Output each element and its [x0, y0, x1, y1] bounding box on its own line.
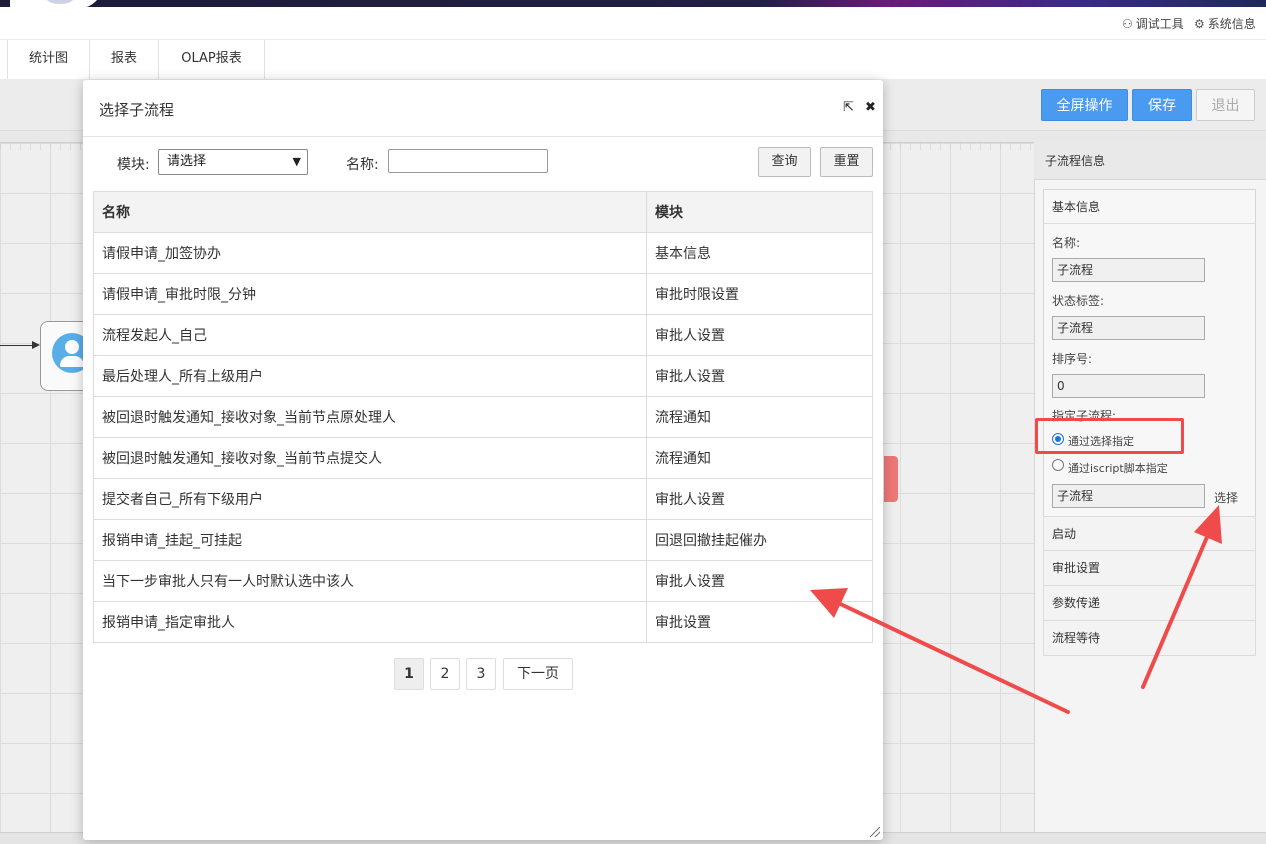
- cell-name: 提交者自己_所有下级用户: [93, 478, 647, 520]
- name-field[interactable]: 子流程: [1052, 258, 1205, 282]
- cell-module: 流程通知: [646, 437, 873, 479]
- debug-tool-link[interactable]: ⚇ 调试工具: [1122, 15, 1184, 32]
- page-2-button[interactable]: 2: [430, 658, 460, 690]
- subflow-field[interactable]: 子流程: [1052, 484, 1205, 508]
- table-row[interactable]: 被回退时触发通知_接收对象_当前节点提交人 流程通知: [93, 437, 873, 479]
- module-label: 模块:: [117, 157, 150, 173]
- radio-script-assign[interactable]: [1052, 459, 1064, 471]
- cell-name: 请假申请_审批时限_分钟: [93, 273, 647, 315]
- tab-label: OLAP报表: [181, 51, 242, 66]
- subflow-table: 名称 模块 请假申请_加签协办 基本信息 请假申请_审批时限_分钟 审批时限设置 流…: [93, 191, 873, 643]
- top-banner: [0, 0, 1266, 7]
- page-1-button[interactable]: 1: [394, 658, 424, 690]
- order-field[interactable]: 0: [1052, 374, 1205, 398]
- table-row[interactable]: 报销申请_指定审批人 审批设置: [93, 601, 873, 643]
- table-row[interactable]: 请假申请_审批时限_分钟 审批时限设置: [93, 273, 873, 315]
- dialog-title: 选择子流程: [99, 101, 175, 119]
- radio-script-label: 通过iscript脚本指定: [1068, 462, 1168, 475]
- section-params[interactable]: 参数传递: [1043, 586, 1256, 621]
- cell-name: 请假申请_加签协办: [93, 232, 647, 274]
- resize-handle[interactable]: [870, 827, 880, 837]
- cell-name: 最后处理人_所有上级用户: [93, 355, 647, 397]
- search-button[interactable]: 查询: [758, 147, 811, 177]
- cell-module: 审批人设置: [646, 355, 873, 397]
- gear-icon: ⚙: [1194, 17, 1205, 31]
- exit-button[interactable]: 退出: [1196, 89, 1255, 121]
- section-wait[interactable]: 流程等待: [1043, 621, 1256, 656]
- system-info-link[interactable]: ⚙ 系统信息: [1194, 15, 1256, 32]
- cell-module: 回退回撤挂起催办: [646, 519, 873, 561]
- table-row[interactable]: 当下一步审批人只有一人时默认选中该人 审批人设置: [93, 560, 873, 602]
- tab-olap-report[interactable]: OLAP报表: [158, 40, 265, 80]
- table-header-row: 名称 模块: [93, 191, 873, 233]
- next-page-button[interactable]: 下一页: [503, 658, 573, 690]
- cell-module: 流程通知: [646, 396, 873, 438]
- reset-button[interactable]: 重置: [820, 147, 873, 177]
- column-header-name: 名称: [93, 191, 647, 233]
- panel-title: 子流程信息: [1034, 142, 1266, 180]
- top-bar: ⚇ 调试工具 ⚙ 系统信息: [0, 7, 1266, 39]
- fullscreen-button[interactable]: 全屏操作: [1041, 89, 1128, 121]
- section-approval[interactable]: 审批设置: [1043, 551, 1256, 586]
- arrowhead-icon: [32, 341, 40, 349]
- tab-bar: 统计图 报表 OLAP报表: [0, 39, 1266, 80]
- status-label: 状态标签:: [1052, 294, 1105, 308]
- module-select[interactable]: 请选择 ▼: [158, 149, 308, 175]
- choose-button[interactable]: 选择: [1214, 489, 1238, 506]
- cell-module: 基本信息: [646, 232, 873, 274]
- table-row[interactable]: 提交者自己_所有下级用户 审批人设置: [93, 478, 873, 520]
- system-info-label: 系统信息: [1207, 17, 1256, 31]
- basic-info-header[interactable]: 基本信息: [1044, 190, 1255, 224]
- table-row[interactable]: 流程发起人_自己 审批人设置: [93, 314, 873, 356]
- cell-name: 流程发起人_自己: [93, 314, 647, 356]
- name-query-label: 名称:: [346, 157, 379, 173]
- column-header-module: 模块: [646, 191, 873, 233]
- highlight-box: [1035, 418, 1184, 454]
- debug-tool-label: 调试工具: [1135, 17, 1184, 31]
- tab-label: 报表: [110, 51, 137, 66]
- tab-report[interactable]: 报表: [89, 40, 159, 80]
- chevron-down-icon: ▼: [292, 155, 301, 168]
- side-tab[interactable]: [884, 456, 898, 502]
- name-query-input[interactable]: [388, 149, 548, 173]
- cell-name: 被回退时触发通知_接收对象_当前节点原处理人: [93, 396, 647, 438]
- cell-name: 当下一步审批人只有一人时默认选中该人: [93, 560, 647, 602]
- table-row[interactable]: 最后处理人_所有上级用户 审批人设置: [93, 355, 873, 397]
- table-row[interactable]: 请假申请_加签协办 基本信息: [93, 232, 873, 274]
- name-label: 名称:: [1052, 236, 1081, 250]
- page-3-button[interactable]: 3: [466, 658, 496, 690]
- status-field[interactable]: 子流程: [1052, 316, 1205, 340]
- select-subflow-dialog: 选择子流程 ⇱ ✖ 模块: 请选择 ▼ 名称: 查询 重置 名称 模块 请假申请…: [83, 80, 883, 840]
- cell-module: 审批设置: [646, 601, 873, 643]
- cell-name: 报销申请_指定审批人: [93, 601, 647, 643]
- save-button[interactable]: 保存: [1132, 89, 1192, 121]
- popout-icon[interactable]: ⇱: [843, 100, 854, 115]
- section-start[interactable]: 启动: [1043, 516, 1256, 551]
- cell-module: 审批人设置: [646, 560, 873, 602]
- close-icon[interactable]: ✖: [865, 100, 876, 115]
- cell-module: 审批人设置: [646, 478, 873, 520]
- tab-label: 统计图: [28, 51, 68, 66]
- cell-module: 审批时限设置: [646, 273, 873, 315]
- dialog-divider: [83, 136, 883, 137]
- debug-icon: ⚇: [1122, 17, 1133, 31]
- order-label: 排序号:: [1052, 352, 1093, 366]
- module-selected: 请选择: [167, 154, 207, 169]
- cell-name: 报销申请_挂起_可挂起: [93, 519, 647, 561]
- table-row[interactable]: 报销申请_挂起_可挂起 回退回撤挂起催办: [93, 519, 873, 561]
- tab-chart[interactable]: 统计图: [7, 40, 90, 80]
- table-row[interactable]: 被回退时触发通知_接收对象_当前节点原处理人 流程通知: [93, 396, 873, 438]
- cell-module: 审批人设置: [646, 314, 873, 356]
- cell-name: 被回退时触发通知_接收对象_当前节点提交人: [93, 437, 647, 479]
